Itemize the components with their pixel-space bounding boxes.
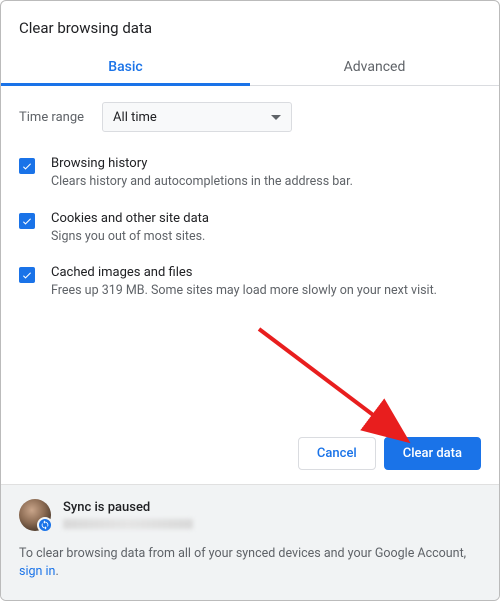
- tab-advanced[interactable]: Advanced: [250, 47, 499, 85]
- time-range-value: All time: [113, 110, 157, 125]
- option-text: Browsing history Clears history and auto…: [51, 156, 481, 191]
- option-title: Cookies and other site data: [51, 211, 481, 226]
- clear-data-button[interactable]: Clear data: [384, 437, 481, 470]
- footer-note-prefix: To clear browsing data from all of your …: [19, 546, 466, 561]
- time-range-select[interactable]: All time: [102, 102, 292, 132]
- option-desc: Clears history and autocompletions in th…: [51, 173, 481, 191]
- footer-note-suffix: .: [55, 564, 58, 579]
- option-title: Cached images and files: [51, 265, 481, 280]
- option-desc: Signs you out of most sites.: [51, 228, 481, 246]
- sync-status: Sync is paused: [63, 500, 481, 515]
- option-text: Cached images and files Frees up 319 MB.…: [51, 265, 481, 300]
- option-desc: Frees up 319 MB. Some sites may load mor…: [51, 282, 481, 300]
- clear-browsing-data-dialog: Clear browsing data Basic Advanced Time …: [0, 0, 500, 601]
- checkmark-icon: [21, 160, 33, 172]
- checkmark-icon: [21, 269, 33, 281]
- checkbox-cache[interactable]: [19, 267, 35, 283]
- checkbox-cookies[interactable]: [19, 213, 35, 229]
- checkbox-browsing-history[interactable]: [19, 158, 35, 174]
- chevron-down-icon: [271, 115, 281, 120]
- avatar-wrap: [19, 499, 51, 531]
- footer-note: To clear browsing data from all of your …: [19, 545, 481, 583]
- sync-paused-badge: [37, 517, 53, 533]
- checkmark-icon: [21, 215, 33, 227]
- dialog-body: Time range All time Browsing history Cle…: [1, 86, 499, 437]
- sync-text: Sync is paused: [63, 500, 481, 529]
- dialog-footer: Sync is paused To clear browsing data fr…: [1, 484, 499, 601]
- option-title: Browsing history: [51, 156, 481, 171]
- cancel-button[interactable]: Cancel: [298, 437, 376, 470]
- option-cache: Cached images and files Frees up 319 MB.…: [19, 265, 481, 300]
- option-cookies: Cookies and other site data Signs you ou…: [19, 211, 481, 246]
- tabs: Basic Advanced: [1, 47, 499, 86]
- sync-row: Sync is paused: [19, 499, 481, 531]
- time-range-label: Time range: [19, 110, 84, 125]
- sync-account-redacted: [63, 519, 193, 529]
- sign-in-link[interactable]: sign in: [19, 564, 55, 579]
- sync-icon: [40, 520, 50, 530]
- tab-basic[interactable]: Basic: [1, 47, 250, 85]
- time-range-row: Time range All time: [19, 102, 481, 132]
- option-text: Cookies and other site data Signs you ou…: [51, 211, 481, 246]
- dialog-title: Clear browsing data: [1, 1, 499, 47]
- option-browsing-history: Browsing history Clears history and auto…: [19, 156, 481, 191]
- dialog-actions: Cancel Clear data: [1, 437, 499, 484]
